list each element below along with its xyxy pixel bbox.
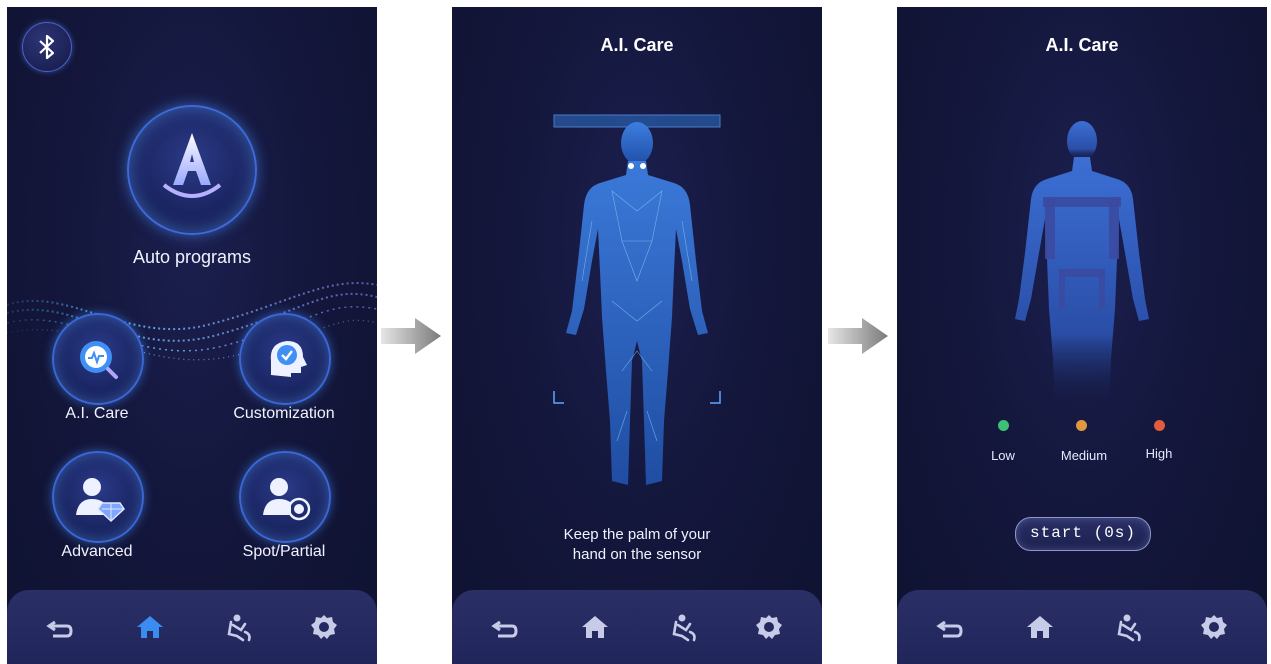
bottom-nav [897, 590, 1267, 664]
bluetooth-button[interactable] [22, 22, 72, 72]
nav-settings[interactable] [752, 610, 786, 644]
page-title: A.I. Care [1045, 35, 1119, 55]
nav-back[interactable] [43, 610, 77, 644]
back-icon [46, 620, 73, 638]
legend-low-dot [998, 420, 1009, 431]
instruction-text: Keep the palm of your hand on the sensor [452, 525, 822, 565]
legend-medium-label: Medium [1060, 448, 1108, 463]
legend-high-label: High [1145, 446, 1173, 461]
flow-arrow-icon [381, 318, 441, 354]
instruction-line-1: Keep the palm of your [563, 526, 711, 543]
nav-massage[interactable] [1113, 610, 1147, 644]
bottom-nav [7, 590, 377, 664]
start-button[interactable]: start (0s) [1015, 517, 1151, 551]
bottom-nav [452, 590, 822, 664]
instruction-line-2: hand on the sensor [572, 546, 702, 563]
settings-icon [756, 615, 782, 639]
auto-programs-button[interactable] [127, 105, 257, 235]
advanced-button[interactable] [52, 451, 144, 543]
nav-settings[interactable] [307, 610, 341, 644]
legend-medium-dot [1076, 420, 1087, 431]
spot-partial-icon [263, 478, 311, 521]
ai-care-button[interactable] [52, 313, 144, 405]
body-scan-figure [566, 122, 708, 485]
spot-partial-button[interactable] [239, 451, 331, 543]
back-icon [936, 620, 963, 638]
customization-label: Customization [233, 405, 335, 422]
advanced-icon [76, 478, 125, 523]
back-icon [491, 620, 518, 638]
ai-care-icon [80, 341, 118, 379]
customization-icon [270, 341, 307, 377]
customization-button[interactable] [239, 313, 331, 405]
home-icon [137, 616, 163, 638]
nav-massage[interactable] [668, 610, 702, 644]
massage-chair-icon [227, 614, 251, 642]
ai-care-label: A.I. Care [65, 405, 129, 422]
nav-home[interactable] [1023, 610, 1057, 644]
legend-high-dot [1154, 420, 1165, 431]
settings-icon [1201, 615, 1227, 639]
body-result-figure [1015, 121, 1149, 409]
settings-icon [311, 615, 337, 639]
bluetooth-icon [39, 34, 55, 60]
nav-massage[interactable] [223, 610, 257, 644]
nav-back[interactable] [933, 610, 967, 644]
flow-arrow-icon [828, 318, 888, 354]
massage-chair-icon [672, 614, 696, 642]
legend-low-label: Low [991, 448, 1015, 463]
spot-partial-label: Spot/Partial [242, 543, 326, 560]
advanced-label: Advanced [61, 543, 133, 560]
nav-home[interactable] [578, 610, 612, 644]
home-icon [1027, 616, 1053, 638]
nav-back[interactable] [488, 610, 522, 644]
home-icon [582, 616, 608, 638]
screen-home: Auto programs A.I. Care Customization Ad… [7, 7, 377, 664]
page-title: A.I. Care [600, 35, 674, 55]
screen-ai-result: A.I. Care Low Medium High start (0s) [897, 7, 1267, 664]
nav-home[interactable] [133, 610, 167, 644]
nav-settings[interactable] [1197, 610, 1231, 644]
auto-a-icon [162, 133, 222, 198]
massage-chair-icon [1117, 614, 1141, 642]
screen-ai-scan: A.I. Care Keep the palm of your hand on … [452, 7, 822, 664]
